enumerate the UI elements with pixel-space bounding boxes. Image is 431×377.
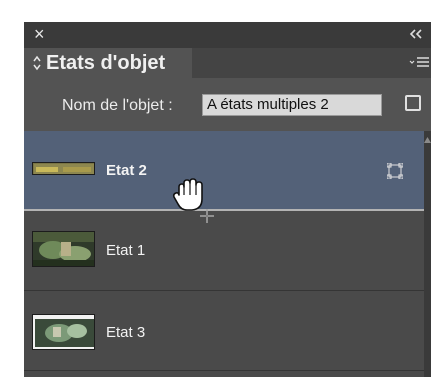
select-object-icon[interactable] xyxy=(405,95,421,111)
state-label: Etat 3 xyxy=(106,324,146,341)
tab-title: Etats d'objet xyxy=(46,52,166,74)
drop-crosshair-icon xyxy=(200,209,214,223)
panel-menu-icon[interactable] xyxy=(409,56,429,70)
state-thumbnail xyxy=(32,162,95,175)
object-name-input[interactable]: A états multiples 2 xyxy=(202,94,382,116)
double-chevron-left-icon[interactable] xyxy=(407,27,425,41)
object-states-panel: × Etats d'objet Nom de l'objet : A états xyxy=(24,22,431,377)
tab-object-states[interactable]: Etats d'objet xyxy=(24,48,192,78)
states-list: Etat 2 Etat 1 Etat 3 xyxy=(24,131,424,377)
list-scrollbar[interactable] xyxy=(424,131,431,377)
state-thumbnail xyxy=(32,314,95,350)
state-thumbnail xyxy=(32,231,95,267)
state-label: Etat 1 xyxy=(106,242,146,259)
sort-arrows-icon xyxy=(33,55,41,71)
state-label: Etat 2 xyxy=(106,162,147,179)
close-icon[interactable]: × xyxy=(34,24,45,44)
panel-top-bar: × xyxy=(24,22,431,48)
object-name-row: Nom de l'objet : A états multiples 2 xyxy=(24,78,431,130)
object-name-label: Nom de l'objet : xyxy=(62,97,173,114)
scroll-up-arrow-icon[interactable] xyxy=(424,137,431,143)
grab-hand-cursor-icon xyxy=(172,178,203,211)
state-row-3[interactable]: Etat 3 xyxy=(24,291,424,371)
tab-strip-empty xyxy=(192,48,431,78)
bounding-box-icon[interactable] xyxy=(387,163,403,179)
state-row-1[interactable]: Etat 1 xyxy=(24,211,424,291)
tab-strip: Etats d'objet xyxy=(24,48,431,78)
state-row-2[interactable]: Etat 2 xyxy=(24,131,424,211)
